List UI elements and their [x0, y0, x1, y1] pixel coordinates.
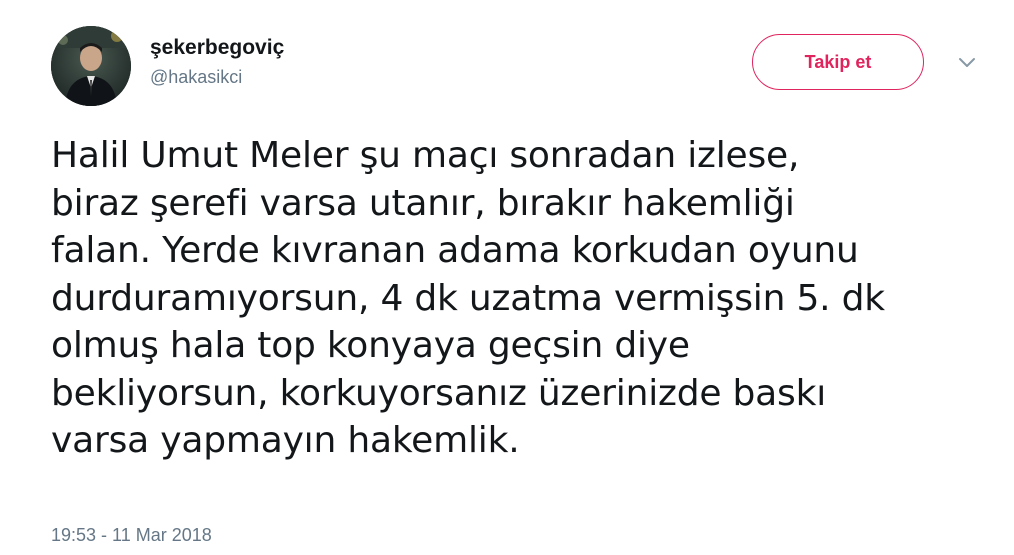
user-handle[interactable]: @hakasikci: [150, 65, 284, 89]
display-name[interactable]: şekerbegoviç: [150, 35, 284, 61]
avatar[interactable]: [51, 26, 131, 106]
follow-button[interactable]: Takip et: [752, 34, 924, 90]
chevron-down-icon[interactable]: [957, 56, 977, 70]
profile-photo-icon: [51, 26, 131, 106]
tweet-timestamp[interactable]: 19:53 - 11 Mar 2018: [51, 523, 212, 547]
user-info: şekerbegoviç @hakasikci: [150, 35, 284, 89]
tweet-text: Halil Umut Meler şu maçı sonradan izlese…: [51, 135, 885, 461]
tweet-card: şekerbegoviç @hakasikci Takip et Halil U…: [0, 0, 1014, 555]
